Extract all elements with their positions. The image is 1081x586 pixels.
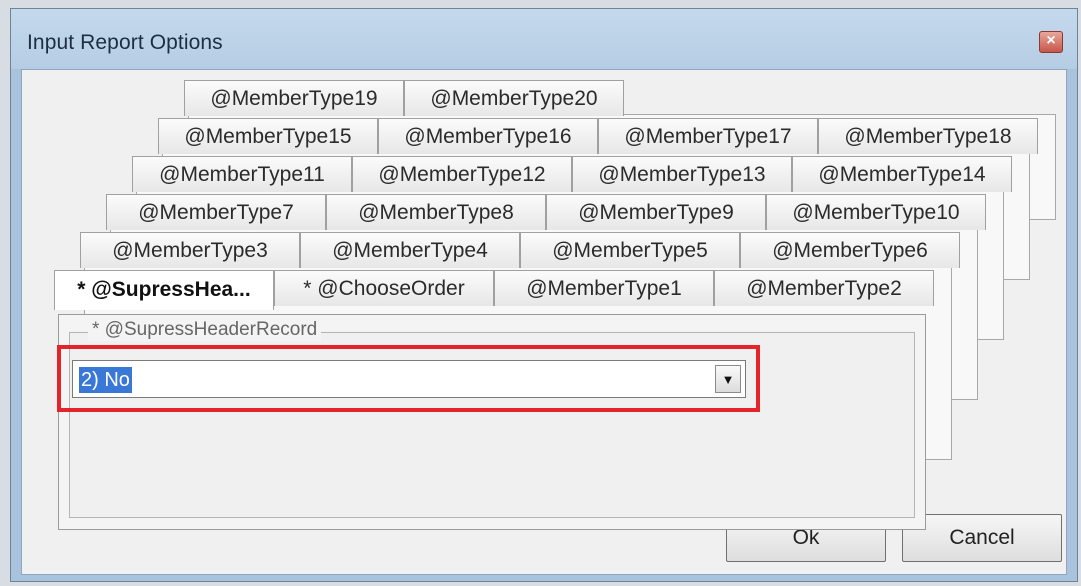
tab-membertype19[interactable]: @MemberType19 [184,80,404,116]
tab-membertype16[interactable]: @MemberType16 [378,118,598,154]
tab-membertype13[interactable]: @MemberType13 [572,156,792,192]
tab-membertype5[interactable]: @MemberType5 [520,232,740,268]
tab-membertype2[interactable]: @MemberType2 [714,270,934,306]
dialog-title: Input Report Options [27,31,223,54]
tab-membertype9[interactable]: @MemberType9 [546,194,766,230]
tab-membertype6[interactable]: @MemberType6 [740,232,960,268]
dropdown-arrow-icon[interactable]: ▼ [715,365,741,393]
title-bar[interactable]: Input Report Options × [11,9,1077,69]
tab-membertype3[interactable]: @MemberType3 [80,232,300,268]
tab-membertype7[interactable]: @MemberType7 [106,194,326,230]
tab-membertype12[interactable]: @MemberType12 [352,156,572,192]
tab-chooseorder[interactable]: * @ChooseOrder [274,270,494,306]
dialog-client-area: @MemberType19 @MemberType20 @MemberType15 @… [21,69,1067,575]
tab-membertype1[interactable]: @MemberType1 [494,270,714,306]
tab-membertype15[interactable]: @MemberType15 [158,118,378,154]
close-button[interactable]: × [1039,31,1063,53]
tab-membertype18[interactable]: @MemberType18 [818,118,1038,154]
supress-header-record-select[interactable]: 2) No ▼ [72,360,746,398]
tab-membertype17[interactable]: @MemberType17 [598,118,818,154]
tab-membertype8[interactable]: @MemberType8 [326,194,546,230]
selected-value: 2) No [79,367,132,393]
tab-membertype11[interactable]: @MemberType11 [132,156,352,192]
tab-membertype10[interactable]: @MemberType10 [766,194,986,230]
input-report-options-dialog: Input Report Options × @MemberType19 @Mem… [10,8,1078,582]
tab-supresshea[interactable]: * @SupressHea... [54,270,274,310]
group-label: * @SupressHeaderRecord [88,319,322,341]
tab-membertype20[interactable]: @MemberType20 [404,80,624,116]
tab-membertype4[interactable]: @MemberType4 [300,232,520,268]
tab-membertype14[interactable]: @MemberType14 [792,156,1012,192]
cancel-button[interactable]: Cancel [902,514,1062,562]
